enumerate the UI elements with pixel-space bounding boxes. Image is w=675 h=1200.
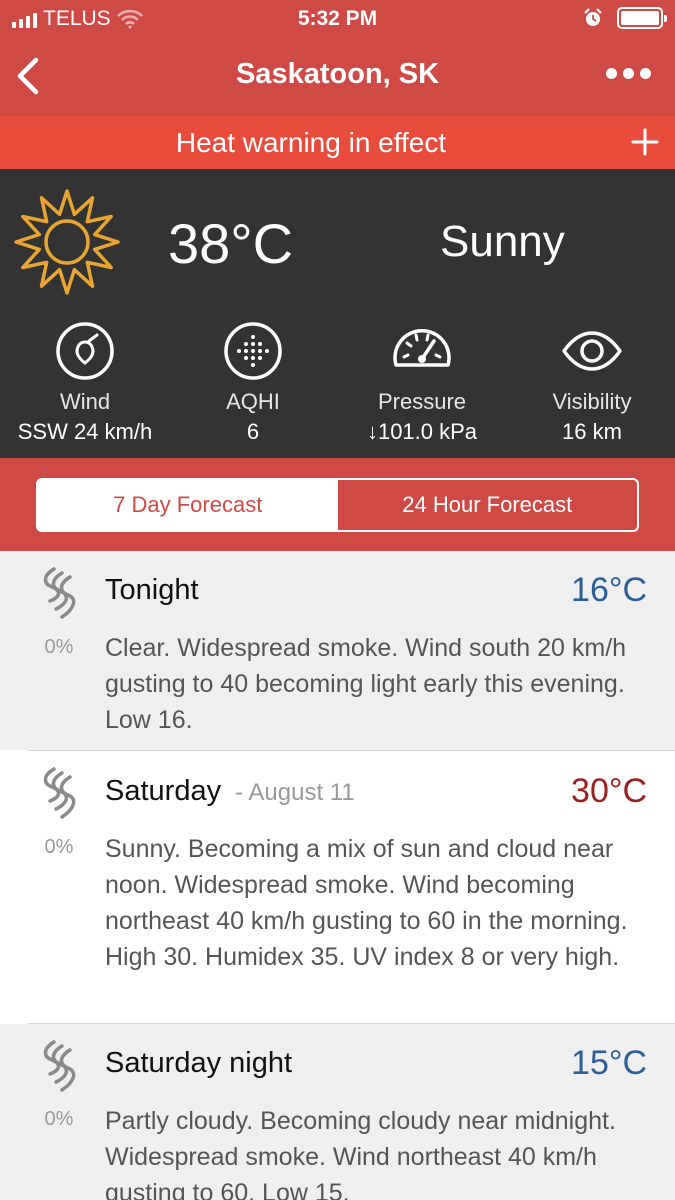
forecast-description: Partly cloudy. Becoming cloudy near midn… <box>105 1107 616 1200</box>
smoke-icon <box>43 567 76 619</box>
smoke-icon <box>43 1040 76 1092</box>
forecast-temperature: 30°C <box>571 772 647 810</box>
battery-icon <box>617 7 667 29</box>
metric-value: SSW 24 km/h <box>17 419 153 444</box>
metric-pressure: Pressure ↓101.0 kPa <box>337 319 507 445</box>
forecast-item-tonight[interactable]: 0% Tonight 16°C Clear. Widespread smoke.… <box>0 551 675 750</box>
metric-wind: Wind SSW 24 km/h <box>0 319 170 445</box>
status-bar: TELUS 5:32 PM <box>0 0 675 38</box>
segmented-control: 7 Day Forecast 24 Hour Forecast <box>36 478 639 532</box>
current-condition: Sunny <box>440 217 565 266</box>
metric-label: Pressure <box>377 389 467 414</box>
metric-value: ↓101.0 kPa <box>366 419 478 444</box>
tab-7-day-forecast[interactable]: 7 Day Forecast <box>38 480 338 530</box>
more-options-icon[interactable] <box>606 68 651 79</box>
forecast-period: Saturday night <box>105 1047 292 1080</box>
forecast-tab-bar: 7 Day Forecast 24 Hour Forecast <box>0 458 675 551</box>
precipitation-chance: 0% <box>44 836 74 858</box>
smoke-icon <box>43 767 76 819</box>
warning-text: Heat warning in effect <box>175 127 447 158</box>
forecast-item-saturday-night[interactable]: 0% Saturday night 15°C Partly cloudy. Be… <box>0 1024 675 1200</box>
metric-label: AQHI <box>226 389 280 414</box>
expand-plus-icon[interactable] <box>629 126 661 158</box>
forecast-description: Clear. Widespread smoke. Wind south 20 k… <box>105 634 627 734</box>
location-title: Saskatoon, SK <box>235 58 440 90</box>
metric-visibility: Visibility 16 km <box>507 319 675 445</box>
period-name: Tonight <box>105 574 199 606</box>
forecast-period: Tonight <box>105 574 199 607</box>
metric-aqhi: AQHI 6 <box>168 319 338 445</box>
eye-icon <box>562 331 622 371</box>
pressure-gauge-icon <box>393 329 451 367</box>
aqhi-icon <box>224 322 282 380</box>
forecast-temperature: 15°C <box>571 1044 647 1082</box>
forecast-period: Saturday - August 11 <box>105 775 355 808</box>
metric-value: 6 <box>246 419 260 444</box>
period-name: Saturday <box>105 775 222 807</box>
forecast-temperature: 16°C <box>571 571 647 609</box>
current-conditions-panel: 38°C Sunny Wind SSW 24 km/h AQHI 6 Press… <box>0 169 675 458</box>
sun-icon <box>14 189 120 295</box>
nav-bar: Saskatoon, SK <box>0 38 675 116</box>
forecast-item-saturday[interactable]: 0% Saturday - August 11 30°C Sunny. Becom… <box>0 751 675 1023</box>
status-right <box>583 7 667 29</box>
wind-icon <box>56 322 114 380</box>
metric-value: 16 km <box>562 419 622 444</box>
current-temperature: 38°C <box>168 212 294 275</box>
metric-label: Wind <box>59 389 111 414</box>
alarm-icon <box>584 8 602 26</box>
period-name: Saturday night <box>105 1047 293 1079</box>
precipitation-chance: 0% <box>44 1108 74 1130</box>
precipitation-chance: 0% <box>44 636 74 658</box>
heat-warning-banner[interactable]: Heat warning in effect <box>0 116 675 169</box>
forecast-list: 0% Tonight 16°C Clear. Widespread smoke.… <box>0 551 675 1200</box>
status-time: 5:32 PM <box>297 7 378 30</box>
tab-24-hour-forecast[interactable]: 24 Hour Forecast <box>338 480 638 530</box>
forecast-description: Sunny. Becoming a mix of sun and cloud n… <box>105 835 628 971</box>
period-date: - August 11 <box>235 779 355 806</box>
metric-label: Visibility <box>552 389 632 414</box>
